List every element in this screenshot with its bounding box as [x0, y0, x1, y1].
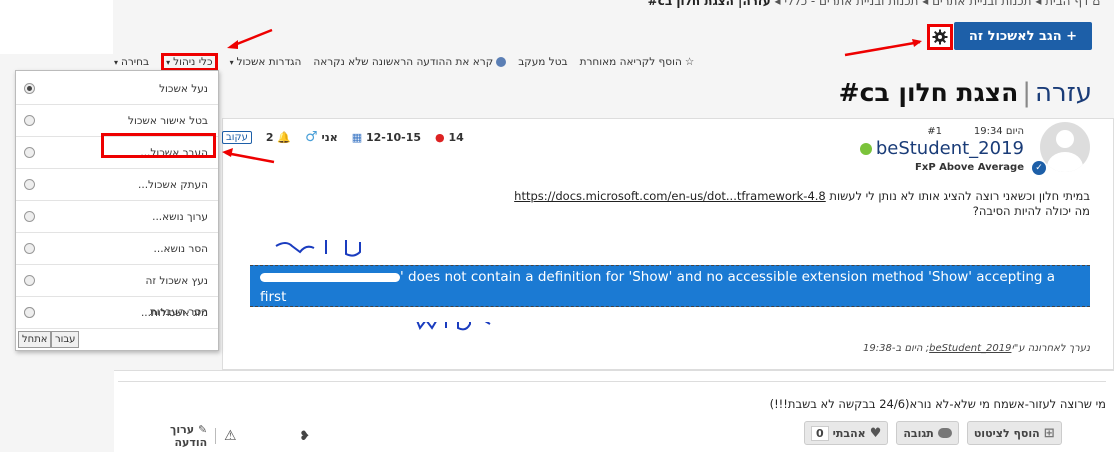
warning-icon[interactable]: ⚠ [224, 428, 237, 444]
post-actions: ♥ אהבתי 0 תגובה ⊞ הוסף לציטוט [804, 421, 1062, 445]
radio-icon[interactable] [24, 243, 35, 254]
mod-option[interactable]: ערוך נושא... [16, 201, 218, 233]
go-button[interactable]: עבור [51, 331, 80, 348]
radio-icon[interactable] [24, 147, 35, 158]
avatar[interactable] [1040, 122, 1090, 172]
toolbar-unsubscribe[interactable]: בטל מעקב [518, 56, 567, 68]
radio-icon[interactable] [24, 275, 35, 286]
mod-option[interactable]: נעל אשכול [16, 73, 218, 105]
toolbar-mod-tools[interactable]: כלי ניהול ▾ [161, 53, 218, 71]
user-rank: FxP Above Average [915, 162, 1024, 173]
toolbar-thread-settings[interactable]: הגדרות אשכול ▾ [230, 56, 302, 68]
annotation-arrow [231, 28, 273, 48]
radio-icon[interactable] [24, 179, 35, 190]
thread-prefix: עזרה [1035, 78, 1092, 108]
follow-button[interactable]: עקוב [222, 130, 252, 144]
reply-button[interactable]: תגובה [896, 421, 959, 445]
annotation-box [101, 133, 216, 158]
redacted-text [260, 272, 400, 282]
post-text-line: מה יכולה להיות הסיבה? [972, 204, 1090, 218]
user-meta: עקוב 🔔 2 אני ♂ 12-10-15 ▦ 14 ● [222, 128, 470, 146]
mod-option[interactable]: הסר העברות [16, 298, 218, 326]
calendar-icon: ▦ [351, 130, 363, 144]
add-quote-button[interactable]: ⊞ הוסף לציטוט [966, 421, 1062, 445]
redacted-text [385, 312, 526, 322]
messages-stat: 14 ● [435, 130, 464, 144]
thread-tools-gear[interactable] [927, 24, 953, 50]
page-margin [0, 0, 113, 54]
home-icon[interactable]: ⌂ [1092, 0, 1100, 8]
mod-option[interactable]: הסר נושא... [16, 233, 218, 265]
divider [215, 428, 216, 444]
toolbar-select[interactable]: בחירה ▾ [114, 56, 149, 68]
gender-stat: אני ♂ [305, 129, 338, 145]
toolbar-first-unread[interactable]: קרא את ההודעה הראשונה שלא נקראה [313, 56, 507, 68]
post-time-label: היום [1005, 126, 1024, 137]
post-time: 19:34 [973, 126, 1003, 137]
breadcrumb-item[interactable]: תכנות ובניית אתרים [932, 0, 1031, 8]
bell-icon: 🔔 [277, 130, 292, 144]
post2-body: מי שרוצה לעזור-אשמח מי שלא-לא נורא(24/6 … [769, 397, 1106, 411]
verified-icon: ✓ [1032, 161, 1046, 175]
radio-icon[interactable] [24, 211, 35, 222]
unread-icon [496, 57, 507, 67]
radio-icon[interactable] [24, 115, 35, 126]
like-button[interactable]: ♥ אהבתי 0 [804, 421, 889, 445]
pencil-icon: ✎ [197, 423, 208, 436]
radio-icon[interactable] [24, 83, 35, 94]
breadcrumb-item[interactable]: תכנות ובניית אתרים - כללי [784, 0, 918, 8]
quote-plus-icon: ⊞ [1043, 425, 1055, 441]
error-message-highlight: ' does not contain a definition for 'Sho… [250, 265, 1090, 325]
breadcrumb-current: עזרה| הצגת חלון בc# [647, 0, 771, 8]
thread-title: עזרה|הצגת חלון בc# [838, 78, 1092, 108]
online-status-icon [859, 142, 872, 155]
post-tools: ✎ ערוך הודעה ⚠ ❥ [150, 423, 310, 449]
broken-heart-icon[interactable]: ❥ [299, 429, 310, 444]
edited-note: נערך לאחרונה ע"יbeStudent_2019; היום ב-1… [863, 343, 1090, 354]
radio-icon[interactable] [24, 306, 35, 318]
divider [118, 381, 1106, 382]
likes-stat: 🔔 2 [265, 130, 292, 144]
breadcrumb-item[interactable]: דף הבית [1045, 0, 1088, 8]
post-link[interactable]: https://docs.microsoft.com/en-us/dot...t… [514, 189, 826, 203]
breadcrumb: ⌂ דף הבית ◂ תכנות ובניית אתרים ◂ תכנות ו… [648, 0, 1100, 8]
gear-icon [932, 29, 948, 45]
star-icon: ☆ [684, 56, 695, 68]
male-icon: ♂ [305, 129, 318, 145]
mod-option[interactable]: נעץ אשכול זה [16, 265, 218, 297]
post-text-line: במיתי חלון וכשאני רוצה להציג אותו לא נות… [829, 189, 1090, 203]
like-count: 0 [811, 425, 829, 441]
join-date-stat: 12-10-15 ▦ [351, 130, 422, 144]
reset-button[interactable]: אתחל [18, 331, 52, 348]
speech-bubble-icon [937, 428, 952, 438]
toolbar-read-later[interactable]: ☆ הוסף לקריאה מאוחרת [580, 56, 695, 68]
heart-icon: ♥ [869, 425, 882, 441]
mod-option[interactable]: העתק אשכול... [16, 169, 218, 201]
pin-icon: ● [435, 130, 445, 144]
edit-post-button[interactable]: ✎ ערוך הודעה [150, 423, 207, 449]
post-author[interactable]: beStudent_2019 [859, 138, 1024, 159]
thread-title-text: הצגת חלון בc# [838, 78, 1019, 107]
error-line: argument of type ' [260, 309, 386, 325]
edited-user[interactable]: beStudent_2019 [929, 343, 1011, 354]
post-number[interactable]: #1 [927, 126, 942, 137]
error-line: ' could be found (are you missing a usin… [525, 309, 1057, 325]
post-header-line: היום 19:34 #1 [927, 126, 1024, 137]
thread-toolbar: בחירה ▾ כלי ניהול ▾ הגדרות אשכול ▾ קרא את ה… [114, 53, 1090, 71]
post-body: במיתי חלון וכשאני רוצה להציג אותו לא נות… [490, 189, 1090, 219]
reply-to-thread-button[interactable]: + הגב לאשכול זה [954, 22, 1092, 50]
